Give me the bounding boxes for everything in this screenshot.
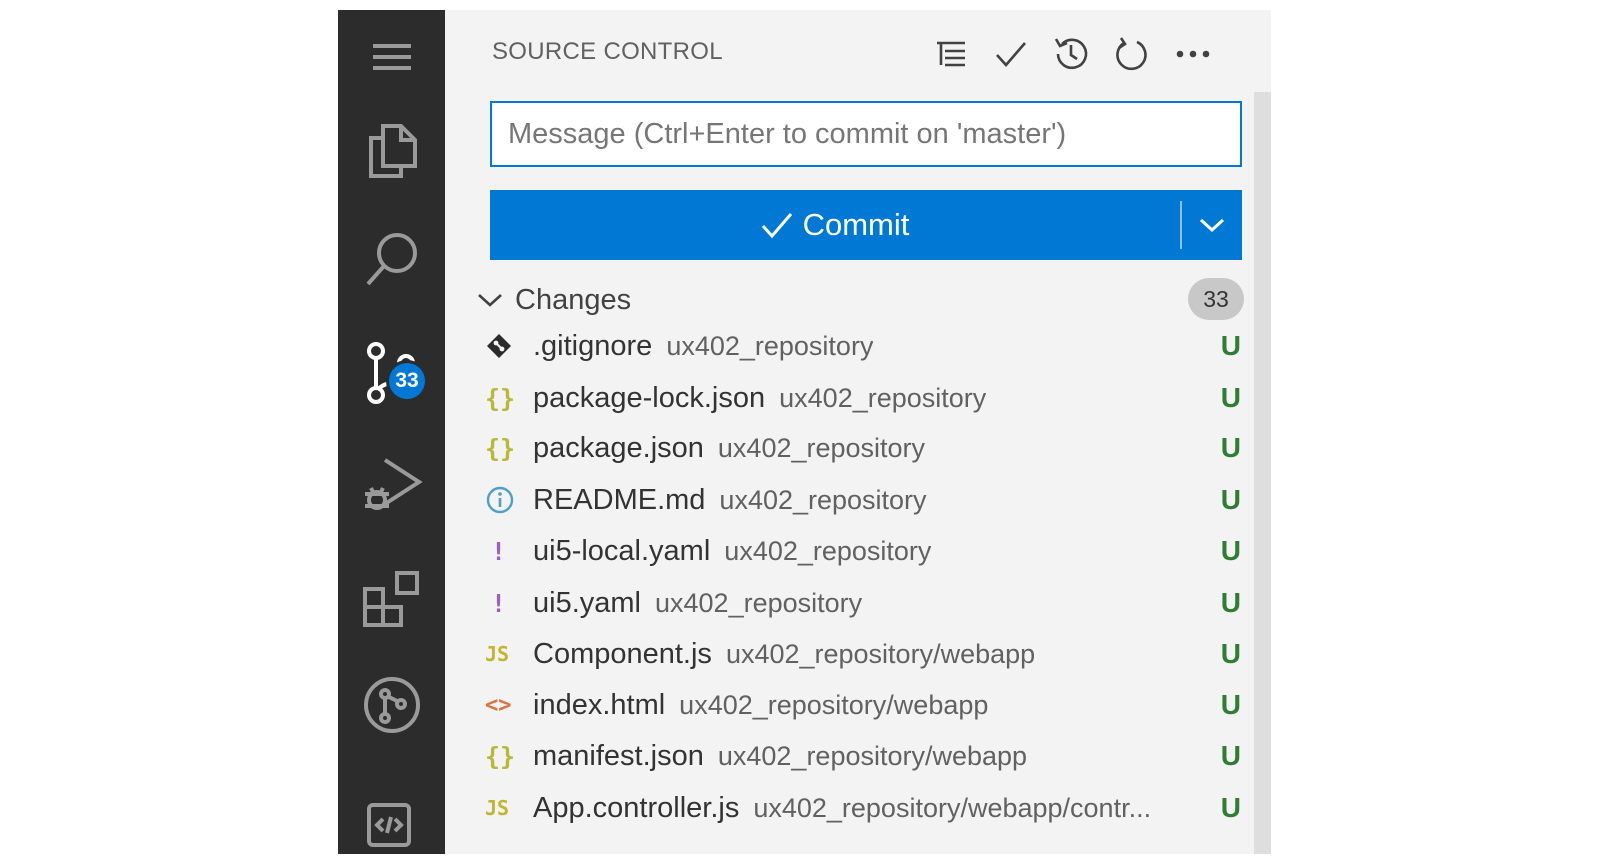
list-item[interactable]: .gitignore ux402_repository U	[485, 320, 1245, 372]
untracked-status: U	[1220, 740, 1241, 771]
file-path: ux402_repository	[666, 330, 874, 361]
file-path: ux402_repository	[779, 382, 987, 413]
commit-dropdown-button[interactable]	[1182, 190, 1242, 260]
file-path: ux402_repository/webapp	[717, 740, 1028, 771]
commit-label: Commit	[802, 207, 910, 242]
file-name: package-lock.json	[533, 381, 766, 414]
file-path: ux402_repository	[724, 535, 932, 566]
view-as-tree-icon[interactable]	[929, 32, 973, 76]
chevron-down-icon	[477, 292, 509, 308]
extensions-icon[interactable]	[338, 555, 445, 645]
panel-header: SOURCE CONTROL	[445, 10, 1271, 90]
panel-title: SOURCE CONTROL	[492, 38, 723, 65]
file-path: ux402_repository/webapp/contr...	[753, 792, 1152, 823]
list-item[interactable]: {} manifest.json ux402_repository/webapp…	[485, 730, 1245, 782]
file-name: index.html	[533, 688, 666, 721]
untracked-status: U	[1220, 484, 1241, 515]
html-brackets-icon: <>	[485, 692, 512, 718]
source-control-panel: SOURCE CONTROL Commit	[445, 10, 1271, 854]
commit-check-icon[interactable]	[989, 32, 1033, 76]
search-icon[interactable]	[338, 215, 445, 305]
untracked-status: U	[1220, 382, 1241, 413]
commit-message-input[interactable]	[490, 101, 1242, 167]
file-name: App.controller.js	[533, 791, 740, 824]
explorer-icon[interactable]	[338, 105, 445, 195]
changes-label: Changes	[515, 283, 632, 316]
javascript-icon: JS	[485, 796, 510, 820]
file-path: ux402_repository	[719, 484, 927, 515]
changes-count-badge: 33	[1188, 278, 1244, 320]
commit-button[interactable]: Commit	[490, 190, 1242, 260]
yaml-exclamation-icon: !	[491, 536, 507, 566]
untracked-status: U	[1220, 689, 1241, 720]
file-name: Component.js	[533, 637, 712, 670]
changes-section-header[interactable]: Changes 33	[477, 276, 1244, 324]
file-name: README.md	[533, 483, 706, 516]
json-braces-icon: {}	[485, 741, 516, 771]
refresh-icon[interactable]	[1109, 32, 1153, 76]
history-icon[interactable]	[1049, 32, 1093, 76]
vscode-window: 33 SOURCE CONTROL Message (Ctrl+Enter to…	[338, 10, 1271, 854]
file-path: ux402_repository	[655, 587, 863, 618]
file-path: ux402_repository/webapp	[725, 638, 1036, 669]
untracked-status: U	[1220, 432, 1241, 463]
json-braces-icon: {}	[485, 433, 516, 463]
source-control-icon[interactable]: 33	[338, 328, 445, 418]
json-braces-icon: {}	[485, 383, 516, 413]
untracked-status: U	[1220, 792, 1241, 823]
git-graph-icon[interactable]	[338, 660, 445, 750]
commit-main-button[interactable]: Commit	[490, 190, 1180, 260]
list-item[interactable]: ! ui5-local.yaml ux402_repository U	[485, 525, 1245, 577]
code-editor-icon[interactable]	[338, 775, 445, 854]
more-actions-icon[interactable]	[1171, 32, 1215, 76]
panel-scrollbar[interactable]	[1254, 92, 1271, 854]
list-item[interactable]: JS Component.js ux402_repository/webapp …	[485, 628, 1245, 680]
activity-bar: 33	[338, 10, 445, 854]
list-item[interactable]: {} package.json ux402_repository U	[485, 422, 1245, 474]
untracked-status: U	[1220, 535, 1241, 566]
file-name: ui5.yaml	[533, 586, 641, 619]
git-diamond-icon	[485, 326, 527, 366]
untracked-status: U	[1220, 587, 1241, 618]
file-name: ui5-local.yaml	[533, 534, 711, 567]
file-path: ux402_repository/webapp	[679, 689, 989, 720]
list-item[interactable]: README.md ux402_repository U	[485, 474, 1245, 526]
menu-icon[interactable]	[338, 12, 445, 102]
checkmark-icon	[761, 213, 792, 239]
file-path: ux402_repository	[717, 432, 926, 463]
file-name: .gitignore	[533, 329, 653, 362]
scm-badge: 33	[386, 360, 428, 402]
yaml-exclamation-icon: !	[491, 588, 507, 618]
run-debug-icon[interactable]	[338, 440, 445, 530]
file-name: package.json	[533, 431, 704, 464]
list-item[interactable]: ! ui5.yaml ux402_repository U	[485, 577, 1245, 629]
javascript-icon: JS	[485, 642, 510, 666]
list-item[interactable]: <> index.html ux402_repository/webapp U	[485, 679, 1245, 731]
untracked-status: U	[1220, 638, 1241, 669]
list-item[interactable]: {} package-lock.json ux402_repository U	[485, 372, 1245, 424]
chevron-down-icon	[1199, 218, 1225, 233]
file-name: manifest.json	[533, 739, 704, 772]
untracked-status: U	[1220, 330, 1241, 361]
info-icon	[485, 480, 527, 520]
list-item[interactable]: JS App.controller.js ux402_repository/we…	[485, 782, 1245, 834]
